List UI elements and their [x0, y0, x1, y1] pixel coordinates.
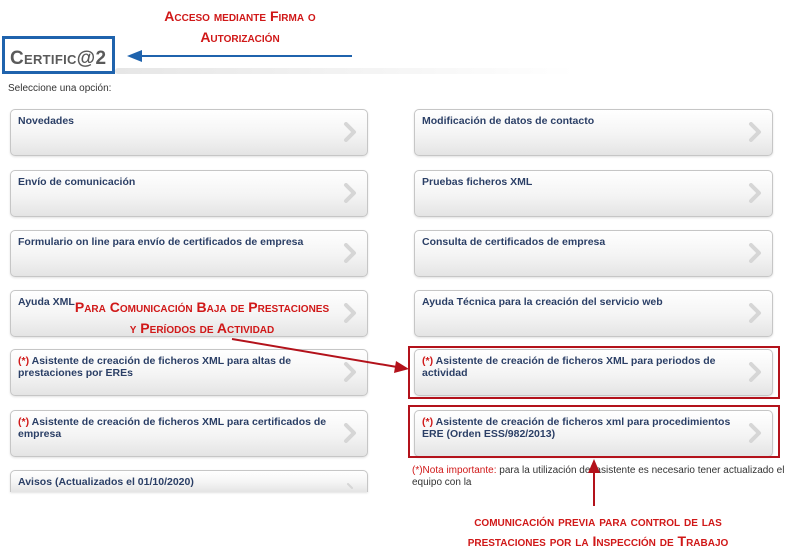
- top-annotation-line1: Acceso mediante Firma o: [164, 8, 316, 24]
- chevron-right-icon: [344, 183, 356, 203]
- header-divider: [115, 68, 575, 74]
- top-annotation: Acceso mediante Firma o Autorización: [140, 6, 340, 48]
- option-label: Envío de comunicación: [18, 176, 136, 188]
- chevron-right-icon: [344, 243, 356, 263]
- option-label: Novedades: [18, 115, 75, 127]
- option-label: (*) Asistente de creación de ficheros XM…: [18, 355, 292, 379]
- option-label: Pruebas ficheros XML: [422, 176, 533, 188]
- option-pruebas-xml[interactable]: Pruebas ficheros XML: [414, 170, 773, 217]
- logo-text: Certific@2: [10, 48, 107, 69]
- page-subtitle: Seleccione una opción:: [8, 83, 112, 94]
- blue-arrow-icon: [127, 50, 352, 62]
- option-modificacion-datos[interactable]: Modificación de datos de contacto: [414, 109, 773, 156]
- highlight-box-periodos: [408, 346, 780, 399]
- chevron-right-icon: [344, 423, 356, 443]
- option-label: Modificación de datos de contacto: [422, 115, 595, 127]
- chevron-right-icon: [749, 122, 761, 142]
- note-label: (*)Nota importante:: [412, 465, 497, 476]
- option-label: Ayuda Técnica para la creación del servi…: [422, 296, 663, 308]
- option-envio-comunicacion[interactable]: Envío de comunicación: [10, 170, 368, 217]
- option-formulario-online[interactable]: Formulario on line para envío de certifi…: [10, 230, 368, 277]
- important-note: (*)Nota importante: para la utilización …: [412, 465, 798, 489]
- option-asistente-certificados[interactable]: (*) Asistente de creación de ficheros XM…: [10, 410, 368, 457]
- chevron-right-icon: [749, 303, 761, 323]
- middle-annotation-line1: Para Comunicación Baja de Prestaciones: [74, 299, 330, 315]
- option-label: Consulta de certificados de empresa: [422, 236, 606, 248]
- middle-annotation: Para Comunicación Baja de Prestaciones y…: [52, 297, 352, 339]
- option-avisos[interactable]: Avisos (Actualizados el 01/10/2020): [10, 470, 368, 492]
- option-ayuda-tecnica[interactable]: Ayuda Técnica para la creación del servi…: [414, 290, 773, 337]
- middle-annotation-line2: y Períodos de Actividad: [129, 320, 275, 336]
- logo: Certific@2: [2, 36, 115, 74]
- chevron-right-icon: [347, 483, 353, 489]
- highlight-box-ere: [408, 405, 780, 458]
- chevron-right-icon: [749, 183, 761, 203]
- chevron-right-icon: [749, 243, 761, 263]
- bottom-annotation: comunicación previa para control de las …: [448, 511, 748, 551]
- chevron-right-icon: [344, 122, 356, 142]
- option-label: Avisos (Actualizados el 01/10/2020): [18, 476, 194, 488]
- option-label: (*) Asistente de creación de ficheros XM…: [18, 416, 327, 440]
- bottom-annotation-line1: comunicación previa para control de las: [474, 513, 722, 529]
- top-annotation-line2: Autorización: [200, 29, 280, 45]
- option-label: Formulario on line para envío de certifi…: [18, 236, 304, 248]
- option-consulta-certificados[interactable]: Consulta de certificados de empresa: [414, 230, 773, 277]
- option-novedades[interactable]: Novedades: [10, 109, 368, 156]
- chevron-right-icon: [344, 362, 356, 382]
- bottom-annotation-line2: prestaciones por la Inspección de Trabaj…: [467, 533, 729, 549]
- option-asistente-altas-eres[interactable]: (*) Asistente de creación de ficheros XM…: [10, 349, 368, 396]
